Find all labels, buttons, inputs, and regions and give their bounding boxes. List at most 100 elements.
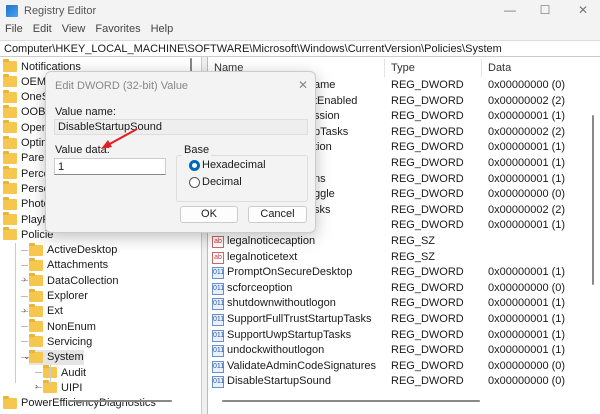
- tree-item[interactable]: Explorer: [21, 288, 88, 304]
- tree-item[interactable]: PowerEfficiencyDiagnostics: [3, 395, 156, 411]
- value-data: 0x00000001 (1): [488, 297, 566, 310]
- folder-icon: [29, 349, 43, 363]
- hexadecimal-label[interactable]: Hexadecimal: [202, 159, 266, 171]
- ok-button[interactable]: OK: [180, 206, 238, 223]
- dword-value-icon: 011: [212, 282, 224, 295]
- menu-bar: File Edit View Favorites Help: [0, 23, 173, 39]
- decimal-radio[interactable]: [189, 177, 200, 188]
- hexadecimal-radio[interactable]: [189, 160, 200, 171]
- value-row[interactable]: 011 undockwithoutlogon REG_DWORD 0x00000001…: [208, 343, 588, 358]
- folder-icon: [3, 135, 17, 149]
- value-type: REG_DWORD: [391, 157, 464, 169]
- tree-item[interactable]: System: [21, 349, 84, 365]
- folder-icon: [29, 303, 43, 317]
- dword-value-icon: 011: [212, 298, 224, 311]
- value-type: REG_DWORD: [391, 125, 464, 138]
- value-name: SupportUwpStartupTasks: [227, 328, 352, 341]
- value-row[interactable]: 011 shutdownwithoutlogon REG_DWORD 0x000000…: [208, 296, 588, 311]
- menu-file[interactable]: File: [5, 23, 23, 39]
- menu-edit[interactable]: Edit: [33, 23, 52, 39]
- value-type: REG_DWORD: [391, 328, 464, 341]
- expand-chevron-icon[interactable]: ›: [23, 305, 26, 315]
- folder-icon: [3, 120, 17, 134]
- value-data: 0x00000001 (1): [488, 157, 566, 169]
- address-bar[interactable]: Computer\HKEY_LOCAL_MACHINE\SOFTWARE\Mic…: [0, 40, 600, 57]
- value-data: 0x00000000 (0): [488, 281, 566, 294]
- folder-icon: [29, 334, 43, 348]
- value-row[interactable]: 011 ValidateAdminCodeSignatures REG_DWORD 0…: [208, 359, 588, 374]
- folder-icon: [3, 74, 17, 88]
- menu-help[interactable]: Help: [151, 23, 174, 39]
- expand-chevron-icon[interactable]: ⌄: [23, 351, 31, 362]
- value-type: REG_DWORD: [391, 141, 464, 154]
- value-name: legalnoticecaption: [227, 235, 316, 247]
- value-type: REG_DWORD: [391, 344, 464, 357]
- string-value-icon: ab: [212, 236, 224, 248]
- value-type: REG_DWORD: [391, 219, 464, 232]
- value-data: 0x00000001 (1): [488, 172, 566, 185]
- maximize-button[interactable]: ☐: [530, 3, 560, 19]
- value-data-input[interactable]: 1: [54, 158, 166, 175]
- dialog-close-icon[interactable]: ✕: [298, 78, 308, 92]
- tree-item[interactable]: DataCollection: [21, 273, 119, 288]
- tree-item-label: Explorer: [47, 290, 88, 302]
- value-name: ggle: [314, 188, 335, 201]
- cancel-button[interactable]: Cancel: [248, 206, 307, 223]
- minimize-button[interactable]: —: [495, 3, 525, 19]
- column-header-data[interactable]: Data: [488, 62, 511, 74]
- value-type: REG_SZ: [391, 250, 436, 263]
- tree-item[interactable]: Optim: [3, 135, 50, 151]
- folder-icon: [3, 212, 17, 225]
- value-name: ssion: [314, 110, 340, 123]
- value-row[interactable]: 011 scforceoption REG_DWORD 0x00000000 (0): [208, 281, 588, 296]
- tree-item[interactable]: NonEnum: [21, 319, 96, 334]
- expand-chevron-icon[interactable]: ›: [35, 381, 38, 391]
- value-type: REG_DWORD: [391, 172, 464, 185]
- value-row[interactable]: 011 PromptOnSecureDesktop REG_DWORD 0x00000…: [208, 265, 588, 280]
- value-row[interactable]: 011 DisableStartupSound REG_DWORD 0x0000000…: [208, 374, 588, 389]
- title-bar: Registry Editor — ☐ ✕: [0, 0, 600, 22]
- edit-dword-dialog: Edit DWORD (32-bit) Value ✕ Value name: …: [45, 71, 316, 233]
- dialog-title: Edit DWORD (32-bit) Value: [55, 80, 189, 92]
- tree-item[interactable]: UIPI: [35, 380, 83, 395]
- value-name: DisableStartupSound: [227, 375, 331, 388]
- value-row[interactable]: 011 SupportFullTrustStartupTasks REG_DWORD…: [208, 312, 588, 327]
- menu-view[interactable]: View: [62, 23, 86, 39]
- tree-item[interactable]: Servicing: [21, 334, 92, 349]
- tree-item[interactable]: Attachments: [21, 257, 108, 273]
- column-header-type[interactable]: Type: [391, 62, 415, 74]
- value-name: ValidateAdminCodeSignatures: [227, 359, 376, 372]
- dword-value-icon: 011: [212, 345, 224, 358]
- value-data: 0x00000002 (2): [488, 94, 566, 107]
- close-button[interactable]: ✕: [568, 3, 598, 19]
- value-type: REG_DWORD: [391, 188, 464, 201]
- decimal-label[interactable]: Decimal: [202, 176, 242, 188]
- menu-favorites[interactable]: Favorites: [95, 23, 140, 39]
- tree-item-label: NonEnum: [47, 320, 96, 333]
- value-name: SupportFullTrustStartupTasks: [227, 313, 372, 325]
- vertical-scrollbar[interactable]: [592, 115, 594, 285]
- red-arrow-annotation: [101, 128, 138, 149]
- value-row[interactable]: ab legalnoticetext REG_SZ: [208, 250, 588, 265]
- horizontal-scrollbar[interactable]: [222, 400, 480, 402]
- tree-horizontal-scrollbar[interactable]: [68, 400, 172, 402]
- tree-item[interactable]: ActiveDesktop: [21, 242, 117, 258]
- value-name-field: DisableStartupSound: [54, 119, 308, 135]
- dword-value-icon: 011: [212, 267, 224, 280]
- value-name: scforceoption: [227, 281, 293, 294]
- tree-item[interactable]: Ext: [21, 303, 63, 319]
- dword-value-icon: 011: [212, 376, 224, 389]
- value-name: shutdownwithoutlogon: [227, 297, 336, 310]
- expand-chevron-icon[interactable]: ›: [23, 274, 26, 284]
- tree-item-label: Audit: [61, 366, 87, 379]
- value-row[interactable]: 011 SupportUwpStartupTasks REG_DWORD 0x0000…: [208, 328, 588, 343]
- value-row[interactable]: ab legalnoticecaption REG_SZ: [208, 234, 588, 249]
- value-name: pTasks: [314, 125, 349, 138]
- tree-item-label: UIPI: [61, 381, 83, 394]
- value-type: REG_DWORD: [391, 266, 464, 279]
- dword-value-icon: 011: [212, 314, 224, 326]
- value-name: tEnabled: [314, 94, 358, 107]
- value-name: tion: [314, 141, 332, 154]
- folder-icon: [29, 242, 43, 256]
- folder-icon: [29, 257, 43, 271]
